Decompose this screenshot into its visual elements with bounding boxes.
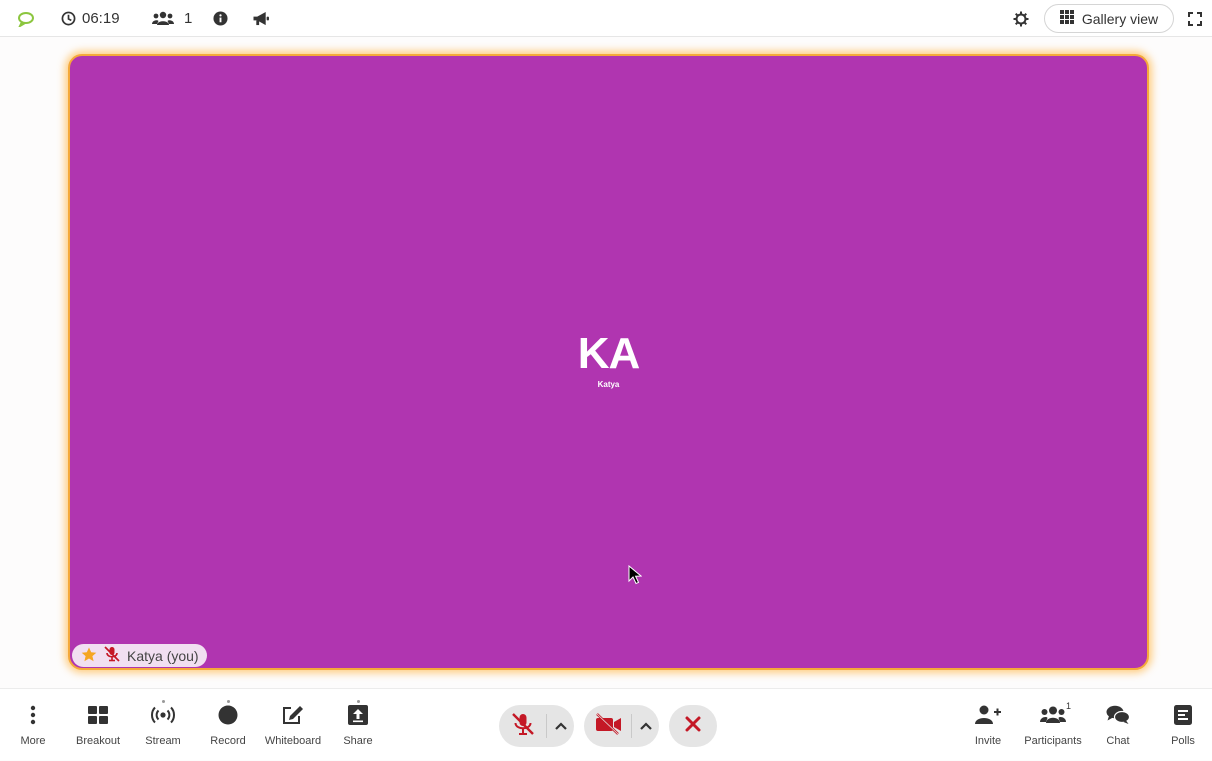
stream-button[interactable]: Stream [128, 689, 198, 761]
whiteboard-button[interactable]: Whiteboard [258, 689, 328, 761]
share-indicator [357, 700, 360, 703]
clock-icon [61, 11, 76, 26]
chat-icon [1106, 705, 1131, 730]
participant-counter[interactable]: 1 [152, 0, 192, 37]
chat-button[interactable]: Chat [1083, 689, 1153, 761]
microphone-control [499, 705, 574, 747]
breakout-icon [88, 705, 108, 729]
leave-meeting-button[interactable] [669, 705, 717, 747]
mute-toggle-button[interactable] [499, 705, 546, 747]
camera-off-icon [594, 712, 622, 740]
grid-icon [1059, 10, 1074, 27]
invite-button[interactable]: Invite [953, 689, 1023, 761]
users-icon [152, 11, 174, 26]
gallery-view-label: Gallery view [1081, 10, 1159, 27]
participant-name-tag: Katya (you) [72, 644, 207, 667]
chevron-up-icon [639, 717, 652, 735]
mic-muted-icon [103, 646, 121, 665]
breakout-button[interactable]: Breakout [63, 689, 133, 761]
camera-control [584, 705, 659, 747]
fullscreen-icon[interactable] [1188, 0, 1202, 37]
video-options-button[interactable] [632, 705, 659, 747]
bottom-toolbar: More Breakout Stream Record Whiteboard S… [0, 688, 1212, 760]
audio-options-button[interactable] [547, 705, 574, 747]
record-label: Record [210, 735, 246, 747]
megaphone-icon[interactable] [252, 0, 270, 37]
breakout-label: Breakout [75, 735, 121, 747]
avatar-initials: KA [577, 329, 641, 378]
video-tile[interactable]: KA Katya Katya (you) [68, 54, 1149, 670]
more-button[interactable]: More [0, 689, 68, 761]
users-icon [1040, 706, 1066, 729]
whiteboard-icon [282, 705, 304, 730]
avatar-name: Katya [597, 380, 620, 389]
share-button[interactable]: Share [323, 689, 393, 761]
mouse-cursor-icon [628, 565, 642, 585]
polls-button[interactable]: Polls [1148, 689, 1212, 761]
leave-icon [685, 716, 701, 737]
info-icon[interactable] [213, 0, 228, 37]
participants-button[interactable]: 1 Participants [1018, 689, 1088, 761]
name-tag-text: Katya (you) [127, 647, 199, 664]
top-bar: 06:19 1 Gallery view [0, 0, 1212, 37]
add-user-icon [975, 705, 1001, 730]
participant-count: 1 [184, 10, 193, 27]
record-icon [218, 705, 238, 730]
invite-label: Invite [974, 735, 1002, 747]
camera-toggle-button[interactable] [584, 705, 631, 747]
more-vertical-icon [30, 705, 36, 730]
whiteboard-label: Whiteboard [264, 735, 322, 747]
more-label: More [20, 735, 46, 747]
mic-muted-icon [510, 712, 536, 741]
share-label: Share [343, 735, 373, 747]
meeting-timer: 06:19 [61, 0, 120, 37]
participants-badge: 1 [1066, 701, 1072, 711]
record-indicator [227, 700, 230, 703]
stream-indicator [162, 700, 165, 703]
stream-icon [151, 706, 175, 729]
record-button[interactable]: Record [193, 689, 263, 761]
gallery-view-button[interactable]: Gallery view [1044, 4, 1174, 33]
star-icon [81, 647, 97, 665]
participants-label: Participants [1024, 735, 1082, 747]
timer-text: 06:19 [82, 10, 120, 27]
share-icon [348, 704, 368, 730]
chat-label: Chat [1106, 735, 1130, 747]
polls-label: Polls [1171, 735, 1195, 747]
polls-icon [1174, 704, 1192, 730]
logo-icon [17, 0, 35, 37]
chevron-up-icon [554, 717, 567, 735]
stream-label: Stream [145, 735, 181, 747]
settings-icon[interactable] [1013, 0, 1029, 37]
